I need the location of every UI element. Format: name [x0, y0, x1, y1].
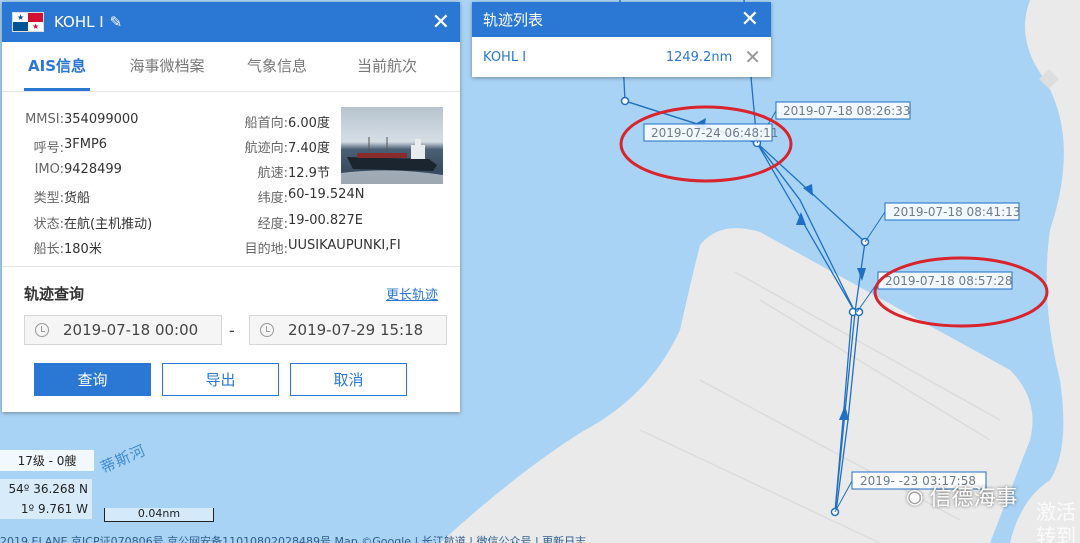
info-label: 类型:: [33, 191, 64, 206]
clock-icon: [35, 323, 49, 337]
info-value: 7.40度: [288, 141, 330, 156]
info-label: 经度:: [257, 217, 288, 232]
activate-line-2: 转到: [1036, 524, 1076, 543]
track-list-panel: 轨迹列表 ✕ KOHL I 1249.2nm ✕: [472, 2, 771, 77]
ship-photo[interactable]: [341, 107, 443, 184]
longitude-readout: 1º 9.761 W: [20, 502, 88, 516]
info-label: 呼号:: [33, 141, 64, 156]
info-value: 6.00度: [288, 116, 330, 131]
cancel-button[interactable]: 取消: [290, 363, 407, 396]
info-label: 目的地:: [244, 242, 288, 257]
track-item-name: KOHL I: [483, 49, 527, 65]
remove-track-icon[interactable]: ✕: [744, 45, 761, 69]
panama-flag-icon: ★ ★: [12, 12, 44, 32]
tab-maritime-archive[interactable]: 海事微档案: [112, 42, 222, 91]
track-label-2: 2019-07-24 06:48:11: [643, 123, 778, 142]
zoom-level-indicator: 17级 - 0艘: [0, 450, 94, 471]
watermark-text: 信德海事: [929, 486, 1018, 511]
track-label-text: 2019-07-18 08:26:33: [783, 104, 910, 118]
close-icon[interactable]: ✕: [432, 10, 450, 35]
vessel-info-panel: ★ ★ KOHL I ✎ ✕ AIS信息 海事微档案 气象信息 当前航次 MMS…: [2, 2, 460, 412]
info-value: 12.9节: [288, 166, 330, 181]
export-button[interactable]: 导出: [162, 363, 279, 396]
track-label-text: 2019-07-18 08:57:28: [885, 274, 1012, 288]
track-label-text: 2019-07-24 06:48:11: [651, 126, 778, 140]
track-label-text: 2019-07-18 08:41:13: [893, 205, 1020, 219]
info-value: 9428499: [64, 162, 122, 177]
info-value: 354099000: [64, 112, 139, 127]
end-date-value: 2019-07-29 15:18: [288, 321, 424, 339]
track-query-title: 轨迹查询: [24, 285, 85, 303]
scale-bar: 0.04nm: [104, 508, 214, 522]
end-date-input[interactable]: 2019-07-29 15:18: [249, 315, 447, 345]
start-date-value: 2019-07-18 00:00: [63, 321, 199, 339]
info-label: IMO:: [34, 162, 64, 177]
tab-ais-info[interactable]: AIS信息: [2, 42, 112, 91]
activate-line-1: 激活: [1036, 500, 1076, 524]
track-query-section: 轨迹查询 更长轨迹 2019-07-18 00:00 - 2019-07-29 …: [2, 266, 460, 412]
info-label: 船首向:: [244, 116, 288, 131]
vessel-header: ★ ★ KOHL I ✎ ✕: [2, 2, 460, 42]
info-label: 航迹向:: [244, 141, 288, 156]
edit-icon[interactable]: ✎: [110, 13, 123, 31]
info-value: 3FMP6: [64, 137, 108, 152]
start-date-input[interactable]: 2019-07-18 00:00: [24, 315, 222, 345]
activate-windows-overlay: 激活 转到: [1036, 500, 1076, 543]
date-separator: -: [229, 321, 235, 340]
watermark: ◉ 信德海事: [906, 480, 1017, 512]
vessel-name: KOHL I: [54, 13, 104, 31]
map-footer: 2019 ELANE 京ICP证070806号 京公网安备11010802028…: [0, 535, 587, 543]
info-value: 60-19.524N: [288, 187, 365, 202]
ais-info-grid: MMSI: 354099000 呼号: 3FMP6 IMO: 9428499 类型: 货…: [2, 92, 460, 264]
info-value: 在航(主机推动): [64, 217, 153, 232]
info-value: 180米: [64, 242, 102, 257]
vessel-tabs: AIS信息 海事微档案 气象信息 当前航次: [2, 42, 460, 92]
longer-track-link[interactable]: 更长轨迹: [386, 284, 438, 303]
info-label: MMSI:: [25, 112, 64, 127]
tab-weather[interactable]: 气象信息: [222, 42, 332, 91]
track-list-item[interactable]: KOHL I 1249.2nm ✕: [472, 37, 771, 77]
close-icon[interactable]: ✕: [741, 7, 759, 32]
info-label: 航速:: [257, 166, 288, 181]
info-label: 船长:: [33, 242, 64, 257]
cursor-coordinates: 54º 36.268 N 1º 9.761 W: [0, 479, 92, 519]
clock-icon: [260, 323, 274, 337]
track-item-distance: 1249.2nm: [665, 49, 733, 65]
info-value: 货船: [64, 191, 91, 206]
track-list-header: 轨迹列表 ✕: [472, 2, 771, 37]
track-list-title: 轨迹列表: [483, 11, 544, 29]
info-value: 19-00.827E: [288, 213, 363, 228]
info-label: 纬度:: [257, 191, 288, 206]
info-value: UUSIKAUPUNKI,FI: [288, 238, 401, 253]
wechat-icon: ◉: [906, 484, 924, 508]
latitude-readout: 54º 36.268 N: [8, 482, 88, 496]
query-button[interactable]: 查询: [34, 363, 151, 396]
info-label: 状态:: [33, 217, 64, 232]
tab-current-voyage[interactable]: 当前航次: [332, 42, 442, 91]
